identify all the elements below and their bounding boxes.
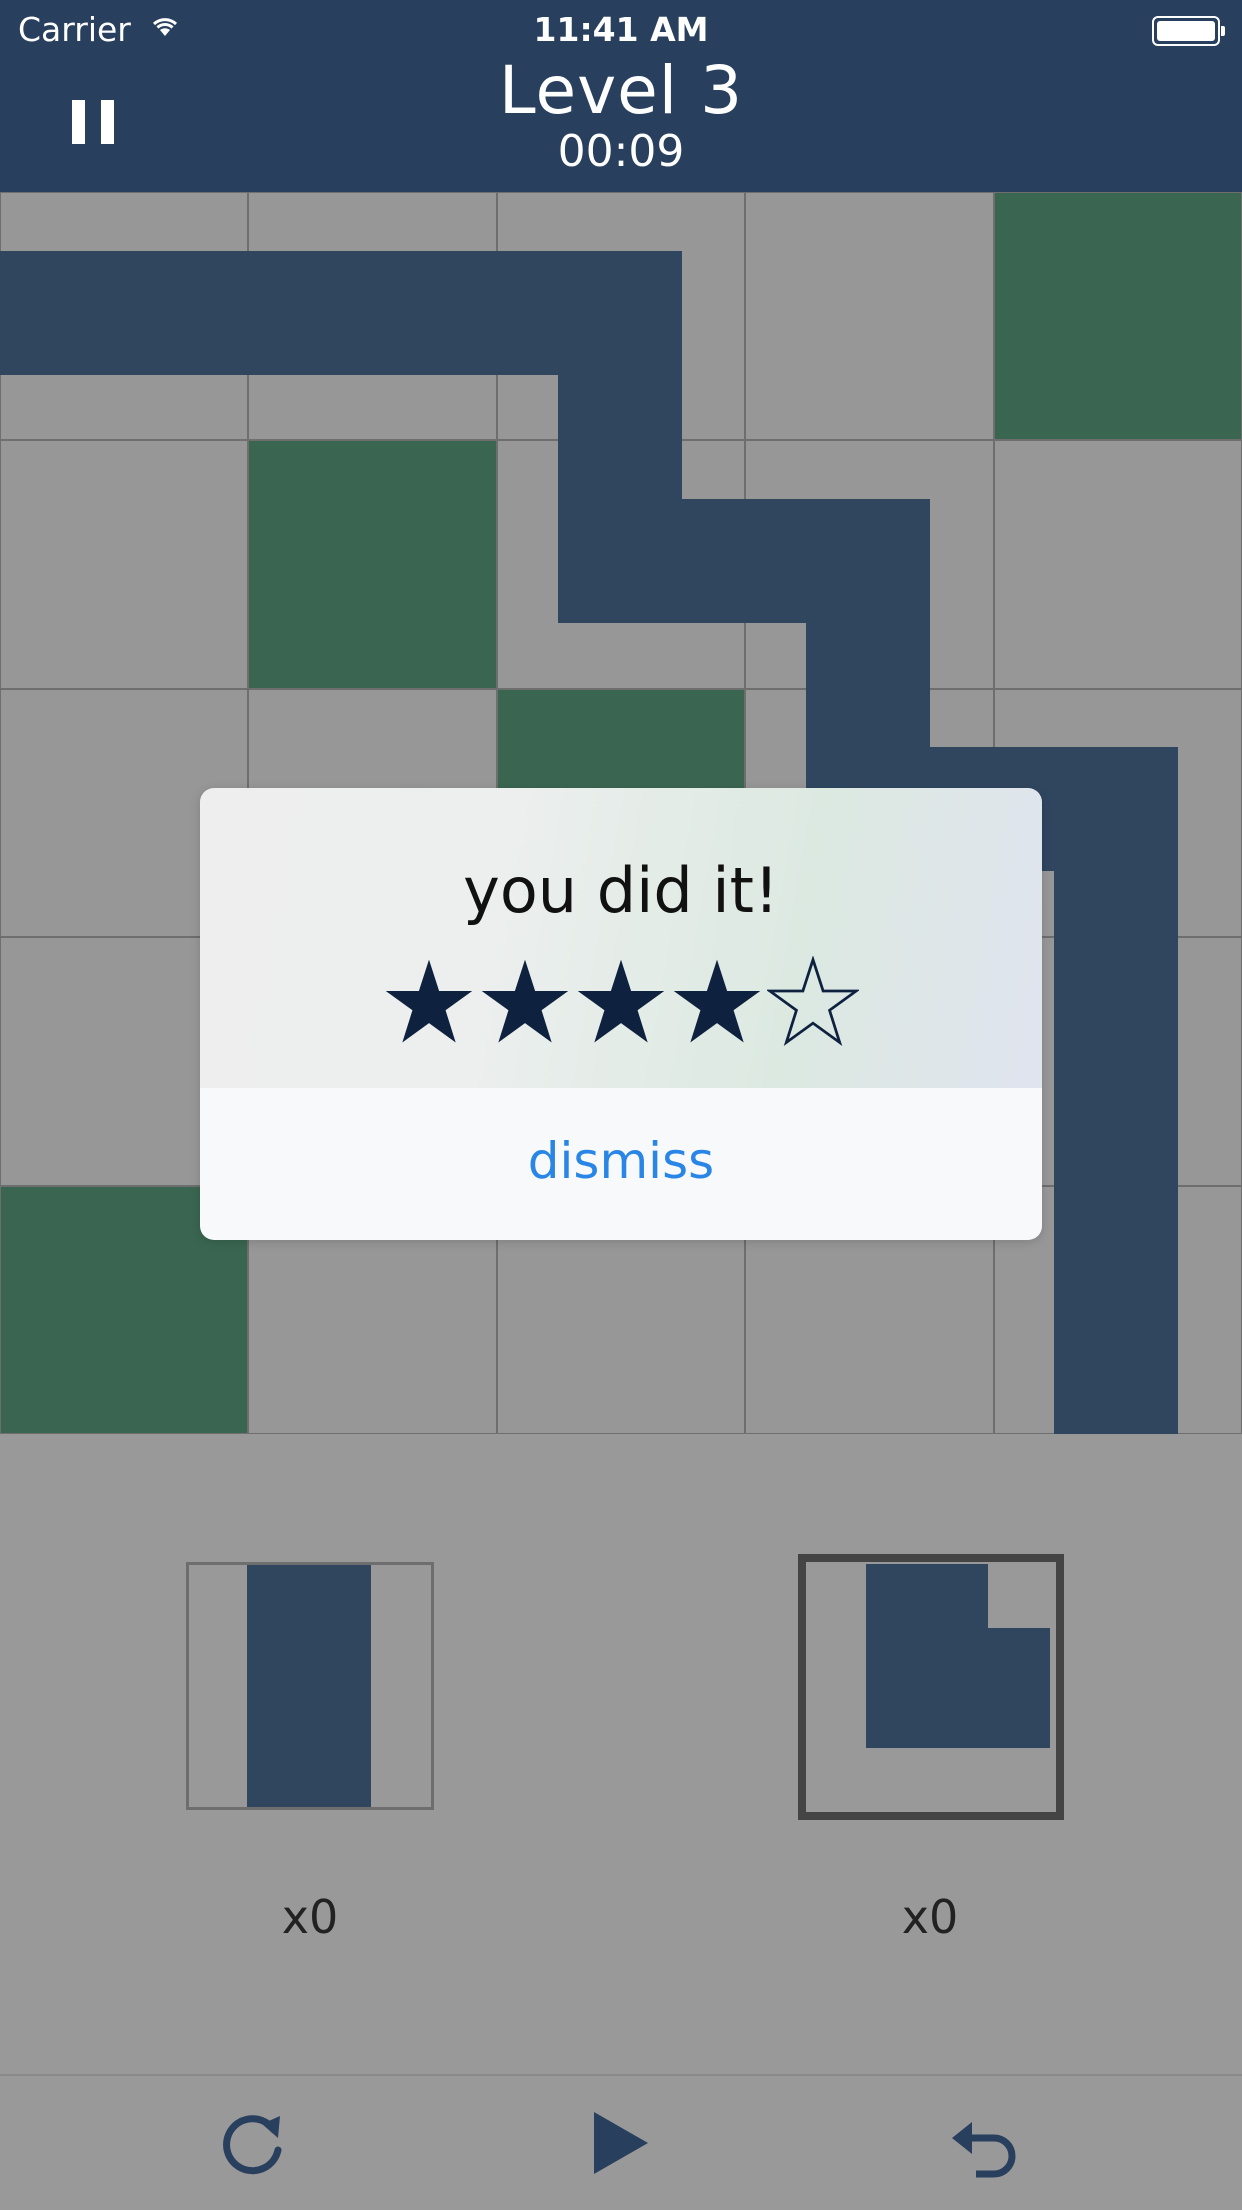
piece-count: x0	[281, 1890, 339, 1944]
status-time: 11:41 AM	[533, 10, 709, 49]
target-cell[interactable]	[248, 440, 497, 689]
board-cell[interactable]	[993, 440, 1242, 689]
undo-icon	[952, 2122, 1016, 2178]
pipe-segment	[806, 499, 930, 747]
board-cell[interactable]	[0, 440, 249, 689]
play-icon	[594, 2112, 648, 2174]
undo-button[interactable]	[942, 2098, 1032, 2188]
level-complete-dialog: you did it! dismiss	[200, 788, 1042, 1240]
dialog-content: you did it!	[200, 788, 1042, 1088]
pipe-segment	[1054, 747, 1178, 1434]
play-button[interactable]	[576, 2098, 666, 2188]
restart-button[interactable]	[208, 2098, 298, 2188]
star-rating	[200, 955, 1042, 1052]
level-title: Level 3	[498, 52, 744, 129]
piece-count: x0	[901, 1890, 959, 1944]
dialog-message: you did it!	[463, 854, 779, 927]
star-filled-icon	[385, 959, 473, 1043]
bottom-toolbar	[0, 2074, 1242, 2210]
target-cell[interactable]	[993, 192, 1242, 441]
star-filled-icon	[673, 959, 761, 1043]
battery-icon	[1152, 16, 1225, 46]
straight-vertical-piece[interactable]	[186, 1562, 434, 1810]
star-empty-icon	[765, 955, 861, 1047]
level-timer: 00:09	[557, 126, 685, 177]
restart-icon	[223, 2115, 282, 2175]
status-bar: Carrier 11:41 AM	[0, 0, 1242, 60]
board-cell[interactable]	[745, 192, 994, 441]
star-filled-icon	[577, 959, 665, 1043]
corner-piece[interactable]	[798, 1554, 1064, 1820]
dismiss-label: dismiss	[527, 1132, 715, 1190]
star-filled-icon	[481, 959, 569, 1043]
dismiss-button[interactable]: dismiss	[200, 1088, 1042, 1240]
